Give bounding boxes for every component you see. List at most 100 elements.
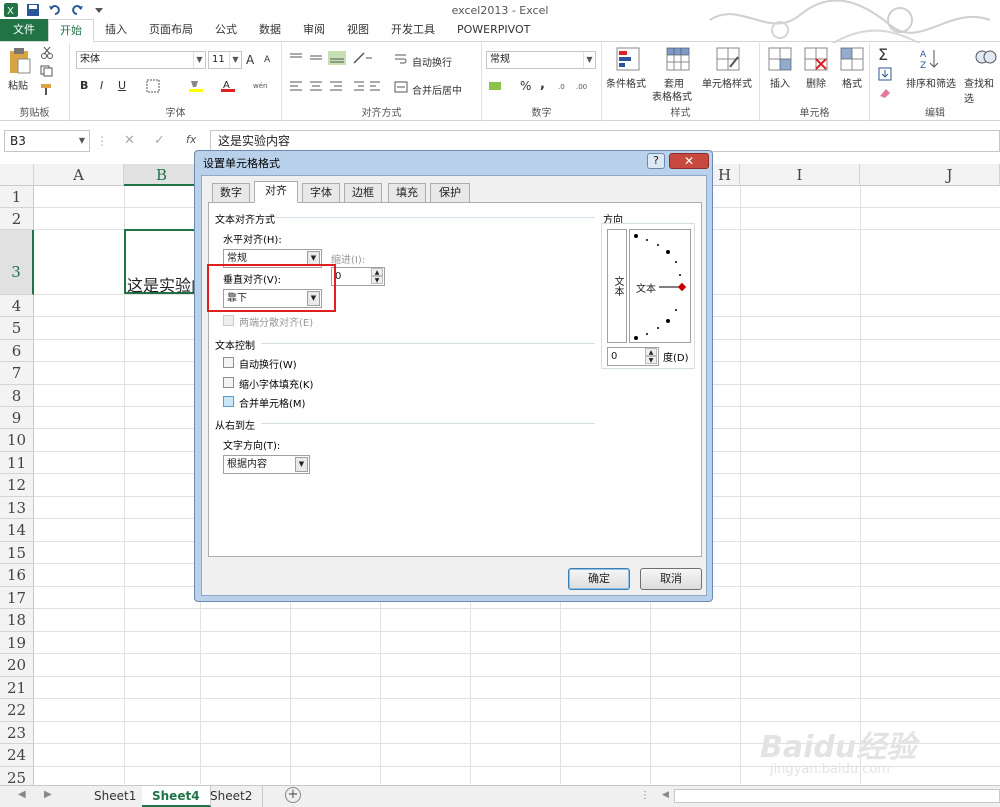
column-header-i[interactable]: I	[740, 164, 860, 186]
column-header-b[interactable]: B	[124, 164, 200, 186]
cut-icon[interactable]	[40, 47, 54, 59]
chevron-down-icon[interactable]: ▼	[295, 457, 308, 472]
fill-icon[interactable]	[878, 67, 892, 81]
phonetic-icon[interactable]: wén	[252, 79, 268, 93]
tab-view[interactable]: 视图	[336, 19, 380, 41]
borders-icon[interactable]	[146, 79, 162, 93]
find-select-button[interactable]: 查找和选	[964, 75, 1000, 105]
insert-cells-icon[interactable]	[768, 47, 792, 71]
tab-page-layout[interactable]: 页面布局	[138, 19, 204, 41]
tab-developer[interactable]: 开发工具	[380, 19, 446, 41]
tab-home[interactable]: 开始	[48, 19, 94, 42]
row-header[interactable]: 21	[0, 677, 34, 699]
hscroll-left-icon[interactable]: ◀	[662, 790, 669, 800]
horizontal-scrollbar[interactable]	[674, 789, 1000, 803]
close-button[interactable]: ✕	[669, 153, 709, 169]
spin-down-icon[interactable]: ▼	[645, 356, 657, 364]
tab-alignment[interactable]: 对齐	[254, 181, 298, 203]
chevron-down-icon[interactable]: ▼	[583, 52, 595, 68]
paste-button[interactable]: 粘贴	[8, 77, 28, 92]
tab-fill[interactable]: 填充	[388, 183, 426, 203]
cancel-button[interactable]: 取消	[640, 568, 702, 590]
merge-center-icon[interactable]	[394, 81, 408, 93]
sort-filter-button[interactable]: 排序和筛选	[906, 75, 956, 90]
tab-data[interactable]: 数据	[248, 19, 292, 41]
scroll-right-icon[interactable]: ▶	[44, 789, 52, 800]
shrink-font-button[interactable]: A	[264, 55, 270, 65]
row-header[interactable]: 4	[0, 295, 34, 317]
sheet-tab-sheet1[interactable]: Sheet1	[84, 786, 148, 807]
row-header[interactable]: 14	[0, 519, 34, 542]
row-header[interactable]: 18	[0, 609, 34, 632]
format-button[interactable]: 格式	[842, 75, 862, 90]
cancel-icon[interactable]: ✕	[124, 133, 135, 148]
comma-button[interactable]: ,	[540, 77, 545, 92]
spin-down-icon[interactable]: ▼	[371, 276, 383, 284]
row-header[interactable]: 3	[0, 230, 34, 295]
row-header[interactable]: 19	[0, 632, 34, 654]
tab-protection[interactable]: 保护	[430, 183, 470, 203]
grow-font-button[interactable]: A	[246, 53, 254, 67]
merge-cells-checkbox[interactable]	[223, 396, 234, 407]
wrap-text-checkbox[interactable]	[223, 357, 234, 368]
row-header[interactable]: 22	[0, 699, 34, 722]
indent-spinner[interactable]: 0 ▲ ▼	[331, 267, 385, 286]
row-header[interactable]: 20	[0, 654, 34, 677]
row-header[interactable]: 17	[0, 587, 34, 609]
orientation-icon[interactable]	[352, 51, 374, 65]
number-format-combo[interactable]: 常规 ▼	[486, 51, 596, 69]
row-header[interactable]: 13	[0, 497, 34, 519]
font-name-combo[interactable]: 宋体 ▼	[76, 51, 206, 69]
row-header[interactable]: 7	[0, 362, 34, 385]
column-header-j[interactable]: J	[860, 164, 1000, 186]
conditional-format-icon[interactable]	[616, 47, 640, 71]
spin-up-icon[interactable]: ▲	[645, 348, 657, 356]
ok-button[interactable]: 确定	[568, 568, 630, 590]
insert-button[interactable]: 插入	[770, 75, 790, 90]
italic-button[interactable]: I	[100, 79, 103, 92]
row-header[interactable]: 12	[0, 474, 34, 497]
wrap-text-button[interactable]: 自动换行	[412, 54, 452, 69]
scroll-left-icon[interactable]: ◀	[18, 789, 26, 800]
find-select-icon[interactable]	[974, 47, 998, 71]
wrap-text-icon[interactable]	[394, 53, 408, 65]
tab-insert[interactable]: 插入	[94, 19, 138, 41]
tab-powerpivot[interactable]: POWERPIVOT	[446, 19, 541, 41]
delete-cells-icon[interactable]	[804, 47, 828, 71]
autosum-button[interactable]: Σ	[878, 45, 888, 64]
copy-icon[interactable]	[40, 65, 54, 77]
format-as-table-icon[interactable]	[666, 47, 690, 71]
row-header[interactable]: 9	[0, 407, 34, 429]
cell-styles-icon[interactable]	[716, 47, 740, 71]
tab-formulas[interactable]: 公式	[204, 19, 248, 41]
row-header[interactable]: 2	[0, 208, 34, 230]
percent-button[interactable]: %	[520, 79, 531, 93]
format-painter-icon[interactable]	[40, 83, 54, 95]
formula-input[interactable]: 这是实验内容	[210, 130, 1000, 152]
sheet-tab-sheet2[interactable]: Sheet2	[200, 786, 264, 807]
format-as-table-button-2[interactable]: 表格格式	[652, 88, 692, 103]
orientation-dial[interactable]: 文本	[629, 229, 691, 343]
row-header[interactable]: 15	[0, 542, 34, 564]
tab-border[interactable]: 边框	[344, 183, 382, 203]
enter-icon[interactable]: ✓	[154, 133, 165, 148]
tab-review[interactable]: 审阅	[292, 19, 336, 41]
new-sheet-icon[interactable]: +	[285, 787, 301, 803]
vertical-align-icons[interactable]	[288, 51, 348, 65]
sort-filter-icon[interactable]: AZ	[918, 47, 942, 71]
row-header[interactable]: 1	[0, 186, 34, 208]
format-cells-icon[interactable]	[840, 47, 864, 71]
decimal-icons[interactable]: .0 .00	[558, 79, 594, 93]
insert-function-button[interactable]: fx	[186, 133, 196, 146]
select-all-corner[interactable]	[0, 164, 34, 186]
cell-styles-button[interactable]: 单元格样式	[702, 75, 752, 90]
row-header[interactable]: 24	[0, 744, 34, 767]
font-color-icon[interactable]: A	[220, 79, 236, 93]
delete-button[interactable]: 删除	[806, 75, 826, 90]
conditional-format-button[interactable]: 条件格式	[606, 75, 646, 90]
name-box[interactable]: B3 ▼	[4, 130, 90, 152]
bold-button[interactable]: B	[80, 79, 88, 92]
chevron-down-icon[interactable]: ▼	[79, 131, 85, 151]
help-button[interactable]: ?	[647, 153, 665, 169]
chevron-down-icon[interactable]: ▼	[229, 52, 241, 68]
